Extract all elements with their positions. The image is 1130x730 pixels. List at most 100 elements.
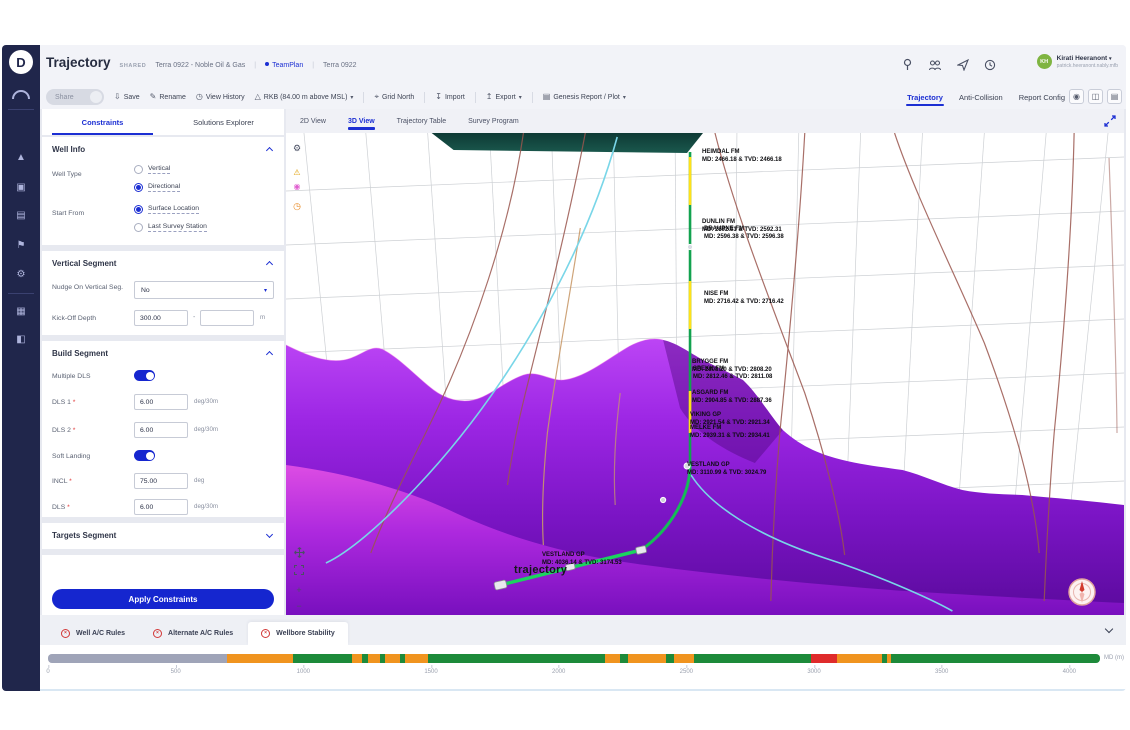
depth-tick: 2500 [680, 665, 693, 675]
depth-tick: 1500 [424, 665, 437, 675]
north-arrow-icon[interactable]: ▲ [2, 151, 40, 165]
3d-canvas[interactable]: HEIMDAL FMMD: 2466.18 & TVD: 2466.18DUNL… [286, 133, 1124, 615]
viewport: 2D View 3D View Trajectory Table Survey … [286, 109, 1124, 615]
scene-clock-icon[interactable]: ◷ [286, 201, 308, 212]
tab-2d-view[interactable]: 2D View [298, 112, 328, 131]
depth-segment [620, 654, 628, 663]
tab-alternate-ac-rules[interactable]: × Alternate A/C Rules [140, 622, 246, 645]
main-column: Trajectory SHARED Terra 0922 - Noble Oil… [40, 45, 1126, 691]
breadcrumb-plan[interactable]: Terra 0922 [323, 62, 356, 69]
tab-3d-view[interactable]: 3D View [346, 112, 377, 131]
radio-directional[interactable]: Directional [134, 183, 180, 192]
dls2-input[interactable] [134, 422, 188, 438]
apply-constraints-button[interactable]: Apply Constraints [52, 589, 274, 609]
location-pin-icon[interactable] [902, 58, 913, 71]
save-button[interactable]: ⇩Save [114, 93, 140, 101]
collapse-chevron-icon[interactable] [266, 147, 273, 154]
dls2-label: DLS 2 * [52, 426, 75, 435]
announcements-icon[interactable]: ◧ [2, 333, 40, 347]
shared-badge: SHARED [120, 63, 147, 69]
breadcrumb-team[interactable]: TeamPlan [265, 62, 303, 69]
user-subtitle: patrick.heeranont.nably.mfb [1057, 63, 1118, 69]
rename-button[interactable]: ✎Rename [150, 93, 186, 101]
view-history-button[interactable]: ◷View History [196, 93, 245, 101]
monitor-icon[interactable]: ▦ [2, 305, 40, 319]
depth-bar[interactable] [48, 654, 1100, 663]
user-menu[interactable]: KH Kirati Heeranont ▾ patrick.heeranont.… [1037, 54, 1118, 69]
tips-lamp-button[interactable]: ◉ [1069, 89, 1084, 104]
panel-tabs: Constraints Solutions Explorer [42, 109, 284, 135]
notes-document-button[interactable]: ▤ [1107, 89, 1122, 104]
pan-tool-icon[interactable] [292, 545, 306, 559]
toolbar-separator [363, 92, 364, 103]
kickoff-depth-max-input[interactable] [200, 310, 254, 326]
tab-wellbore-stability[interactable]: × Wellbore Stability [248, 622, 348, 645]
incl-input[interactable] [134, 473, 188, 489]
share-knob [90, 91, 102, 103]
targets-flag-icon[interactable]: ⚑ [2, 239, 40, 253]
dls1-input[interactable] [134, 394, 188, 410]
scene-settings-gear-icon[interactable]: ⚙ [286, 143, 308, 154]
grid-north-icon: ⌖ [374, 93, 379, 101]
depth-segment [811, 654, 837, 663]
breadcrumb-project[interactable]: Terra 0922 - Noble Oil & Gas [155, 62, 245, 69]
tab-well-ac-rules[interactable]: × Well A/C Rules [48, 622, 138, 645]
scene-wellbore-icon[interactable]: ◉ [286, 181, 308, 192]
dashboard-arc-icon[interactable] [11, 89, 31, 101]
fullscreen-icon[interactable] [1104, 115, 1116, 127]
tab-constraints[interactable]: Constraints [42, 109, 163, 135]
logo-letter: D [16, 55, 25, 70]
depth-tick: 3500 [935, 665, 948, 675]
tab-trajectory[interactable]: Trajectory [906, 87, 944, 108]
collapse-panel-chevron-icon[interactable] [1105, 625, 1113, 633]
layout-panels-button[interactable]: ◫ [1088, 89, 1103, 104]
settings-gear-icon[interactable]: ⚙ [2, 268, 40, 282]
expand-chevron-icon[interactable] [266, 531, 273, 538]
tab-report-config[interactable]: Report Config [1018, 87, 1066, 108]
formation-label: MELKE FMMD: 2939.31 & TVD: 2934.41 [690, 425, 770, 440]
send-cursor-icon[interactable] [957, 59, 969, 71]
depth-segment [227, 654, 293, 663]
zoom-in-button[interactable]: + [292, 583, 306, 597]
tab-trajectory-table[interactable]: Trajectory Table [395, 112, 448, 131]
fit-view-icon[interactable] [292, 563, 306, 577]
report-icon: ▤ [543, 93, 551, 101]
soft-landing-toggle[interactable] [134, 450, 155, 461]
history-clock-icon[interactable] [984, 59, 996, 71]
scene-warning-icon[interactable]: ⚠ [286, 167, 308, 178]
incl-unit: deg [194, 477, 204, 484]
soft-landing-label: Soft Landing [52, 452, 90, 461]
edit-panel-icon[interactable]: ▣ [2, 181, 40, 195]
orientation-compass[interactable] [1066, 576, 1098, 608]
rkb-dropdown[interactable]: △RKB (84.00 m above MSL)▾ [255, 93, 354, 101]
wells-list-icon[interactable]: ▤ [2, 209, 40, 223]
tab-solutions-explorer[interactable]: Solutions Explorer [163, 109, 284, 135]
radio-surface-location[interactable]: Surface Location [134, 205, 199, 214]
caret-down-icon: ▾ [350, 94, 353, 101]
build-segment-section: Build Segment Multiple DLS DLS 1 * deg/3… [42, 341, 284, 517]
collapse-chevron-icon[interactable] [266, 351, 273, 358]
grid-north-button[interactable]: ⌖Grid North [374, 93, 414, 101]
rules-tab-row: × Well A/C Rules × Alternate A/C Rules ×… [40, 615, 1126, 645]
toolbar-separator [424, 92, 425, 103]
view-history-icon: ◷ [196, 93, 203, 101]
import-button[interactable]: ↧Import [435, 93, 465, 101]
nudge-select[interactable]: No ▾ [134, 281, 274, 299]
app-logo[interactable]: D [9, 50, 33, 74]
kickoff-depth-input[interactable] [134, 310, 188, 326]
export-dropdown[interactable]: ↥Export▾ [486, 93, 522, 101]
genesis-report-dropdown[interactable]: ▤Genesis Report / Plot▾ [543, 93, 626, 101]
tab-survey-program[interactable]: Survey Program [466, 112, 521, 131]
radio-last-survey-station[interactable]: Last Survey Station [134, 223, 207, 232]
multiple-dls-toggle[interactable] [134, 370, 155, 381]
radio-vertical[interactable]: Vertical [134, 165, 170, 174]
depth-tick: 0 [46, 665, 49, 675]
tab-anti-collision[interactable]: Anti-Collision [958, 87, 1004, 108]
dls-input[interactable] [134, 499, 188, 515]
depth-segment [293, 654, 352, 663]
collaborators-icon[interactable] [928, 59, 942, 71]
collapse-chevron-icon[interactable] [266, 261, 273, 268]
zoom-out-button[interactable]: − [292, 599, 306, 613]
share-toggle[interactable]: Share [46, 89, 104, 105]
toolbar-separator [475, 92, 476, 103]
